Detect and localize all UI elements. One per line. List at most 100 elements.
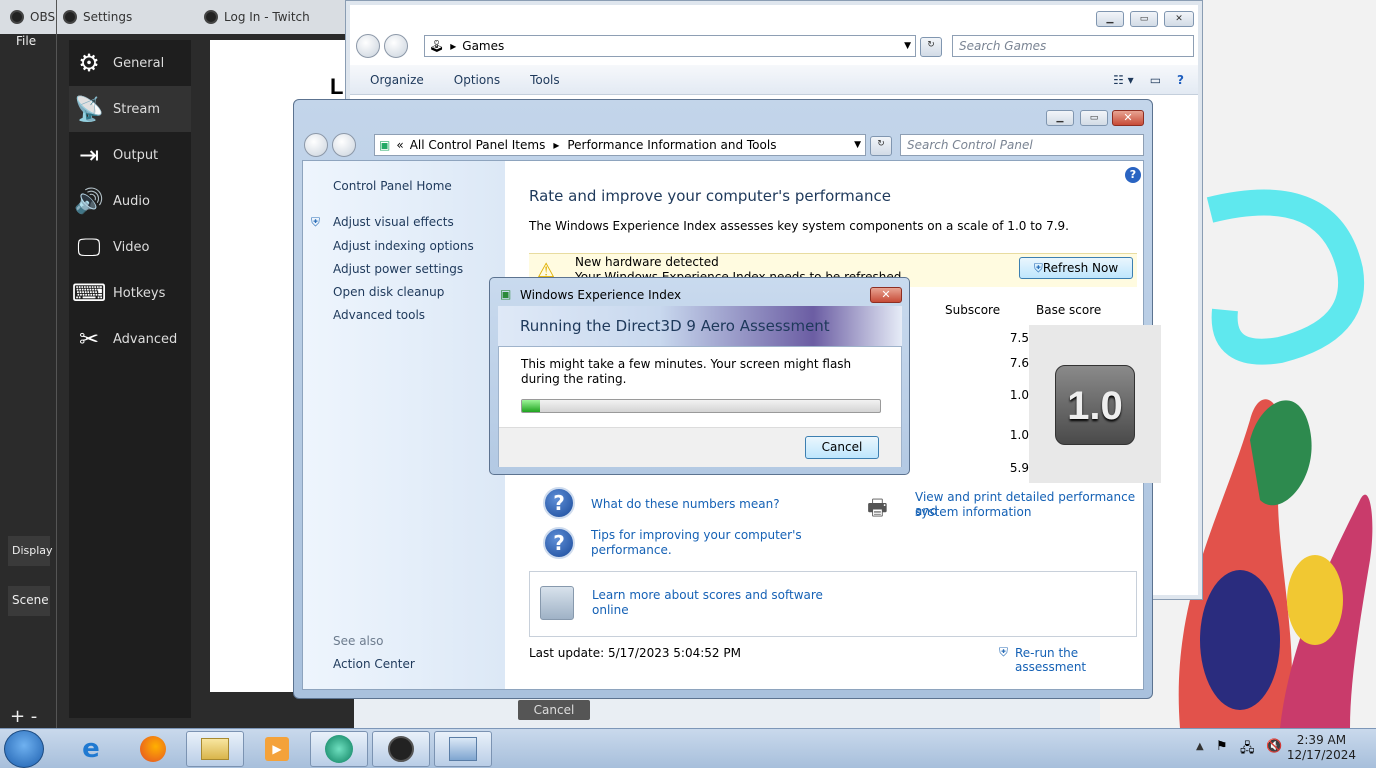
refresh-now-button[interactable]: ⛨Refresh Now: [1019, 257, 1133, 279]
settings-window: Settings ⚙ General 📡 Stream ⇥ Output 🔊 Audio…: [56, 0, 194, 728]
advanced-tools-link[interactable]: Advanced tools: [333, 308, 425, 322]
add-scene-icon[interactable]: + -: [10, 708, 37, 726]
minimize-button[interactable]: ▁: [1096, 11, 1124, 27]
options-menu[interactable]: Options: [454, 73, 500, 87]
settings-item-video[interactable]: 🖵 Video: [69, 224, 191, 270]
action-center-link[interactable]: Action Center: [333, 657, 415, 671]
flag-icon[interactable]: ⚑: [1216, 739, 1228, 754]
media-player-icon[interactable]: ▶: [248, 731, 306, 767]
settings-item-label: Advanced: [113, 331, 178, 347]
twitch-heading: L: [330, 74, 344, 99]
settings-item-label: Stream: [113, 101, 161, 117]
twitch-cancel-button[interactable]: Cancel: [518, 700, 590, 720]
settings-item-audio[interactable]: 🔊 Audio: [69, 178, 191, 224]
display-dock[interactable]: Display: [8, 536, 53, 566]
learn-more-box: Learn more about scores and software onl…: [529, 571, 1137, 637]
settings-item-general[interactable]: ⚙ General: [69, 40, 191, 86]
perf-address-bar[interactable]: ▣ « All Control Panel Items ▸ Performanc…: [374, 134, 866, 156]
help-icon[interactable]: ?: [1177, 73, 1184, 87]
chevron-down-icon[interactable]: ▼: [904, 41, 911, 51]
settings-item-output[interactable]: ⇥ Output: [69, 132, 191, 178]
settings-category-list: ⚙ General 📡 Stream ⇥ Output 🔊 Audio 🖵 Video ⌨…: [69, 40, 191, 718]
breadcrumb-page[interactable]: Performance Information and Tools: [567, 138, 776, 152]
file-explorer-icon[interactable]: [186, 731, 244, 767]
speaker-icon: 🔊: [74, 187, 104, 215]
assessment-progress-bar: [521, 399, 881, 413]
obs-settings-icon[interactable]: [372, 731, 430, 767]
progress-fill: [522, 400, 540, 412]
preview-pane-icon[interactable]: ▭: [1150, 73, 1161, 87]
forward-button[interactable]: [384, 34, 408, 58]
refresh-icon[interactable]: ↻: [870, 136, 892, 156]
obs-logo-icon: [63, 10, 77, 24]
disk-cleanup-link[interactable]: Open disk cleanup: [333, 285, 444, 299]
dialog-header: Running the Direct3D 9 Aero Assessment: [498, 306, 902, 346]
twitch-titlebar: Log In - Twitch: [194, 0, 354, 34]
games-address-text: Games: [462, 39, 505, 53]
refresh-now-label: Refresh Now: [1042, 261, 1119, 275]
view-options-icon[interactable]: ☷ ▾: [1113, 73, 1134, 87]
obs-studio-icon[interactable]: [310, 731, 368, 767]
subscore-value: 7.5: [1009, 331, 1029, 345]
page-title: Rate and improve your computer's perform…: [529, 187, 891, 205]
obs-logo-icon: [10, 10, 24, 24]
dialog-cancel-button[interactable]: Cancel: [805, 436, 879, 459]
games-address-bar[interactable]: 🕹 ▸ Games ▼: [424, 35, 916, 57]
firefox-icon[interactable]: [124, 731, 182, 767]
taskbar: e ▶ ▲ ⚑ 🖧 🔇 2:39 AM 12/17/2024: [0, 728, 1376, 768]
internet-explorer-icon[interactable]: e: [62, 731, 120, 767]
settings-item-advanced[interactable]: ✂ Advanced: [69, 316, 191, 362]
scene-dock[interactable]: Scene: [8, 586, 50, 616]
learn-more-link-line2[interactable]: online: [592, 603, 629, 617]
tips-link-line2[interactable]: performance.: [591, 543, 672, 557]
rerun-assessment-link[interactable]: Re-run the assessment: [1015, 646, 1143, 674]
output-icon: ⇥: [78, 141, 100, 169]
close-button[interactable]: ✕: [1164, 11, 1194, 27]
tools-menu[interactable]: Tools: [530, 73, 560, 87]
adjust-visual-effects-link[interactable]: Adjust visual effects: [333, 215, 454, 229]
file-menu[interactable]: File: [8, 34, 50, 52]
question-icon: ?: [543, 527, 575, 559]
refresh-icon[interactable]: ↻: [920, 37, 942, 57]
minimize-button[interactable]: ▁: [1046, 110, 1074, 126]
control-panel-icon[interactable]: [434, 731, 492, 767]
tips-link-line1[interactable]: Tips for improving your computer's: [591, 528, 802, 542]
network-icon[interactable]: 🖧: [1240, 739, 1255, 761]
games-toolbar: Organize Options Tools ☷ ▾ ▭ ?: [350, 65, 1198, 95]
maximize-button[interactable]: ▭: [1080, 110, 1108, 126]
volume-muted-icon[interactable]: 🔇: [1266, 739, 1282, 754]
system-clock[interactable]: 2:39 AM 12/17/2024: [1287, 733, 1356, 763]
settings-item-stream[interactable]: 📡 Stream: [69, 86, 191, 132]
dialog-body: This might take a few minutes. Your scre…: [498, 346, 902, 467]
start-button[interactable]: [4, 730, 44, 768]
control-panel-icon: ▣: [379, 138, 391, 152]
adjust-power-link[interactable]: Adjust power settings: [333, 262, 463, 276]
print-details-link-line2[interactable]: system information: [915, 505, 1031, 519]
obs-main-window: OBS File: [0, 0, 56, 728]
page-description: The Windows Experience Index assesses ke…: [529, 219, 1069, 233]
organize-menu[interactable]: Organize: [370, 73, 424, 87]
base-score-tile: 1.0: [1055, 365, 1135, 445]
learn-more-link-line1[interactable]: Learn more about scores and software: [592, 588, 823, 602]
obs-titlebar: OBS: [0, 0, 56, 34]
breadcrumb-root[interactable]: All Control Panel Items: [410, 138, 546, 152]
help-icon[interactable]: ?: [1125, 167, 1141, 183]
settings-title: Settings: [83, 10, 133, 24]
back-button[interactable]: [356, 34, 380, 58]
games-search-input[interactable]: Search Games: [952, 35, 1194, 57]
what-numbers-mean-link[interactable]: What do these numbers mean?: [591, 497, 780, 511]
tray-expand-icon[interactable]: ▲: [1196, 741, 1204, 752]
settings-item-label: Video: [113, 239, 150, 255]
settings-item-label: General: [113, 55, 165, 71]
adjust-indexing-link[interactable]: Adjust indexing options: [333, 239, 474, 253]
dialog-close-button[interactable]: ✕: [870, 287, 902, 303]
forward-button[interactable]: [332, 133, 356, 157]
chevron-down-icon[interactable]: ▼: [854, 140, 861, 150]
control-panel-home-link[interactable]: Control Panel Home: [333, 179, 452, 193]
maximize-button[interactable]: ▭: [1130, 11, 1158, 27]
close-button[interactable]: ✕: [1112, 110, 1144, 126]
back-button[interactable]: [304, 133, 328, 157]
settings-item-hotkeys[interactable]: ⌨ Hotkeys: [69, 270, 191, 316]
perf-search-input[interactable]: Search Control Panel: [900, 134, 1144, 156]
dialog-footer: Cancel: [499, 427, 901, 467]
